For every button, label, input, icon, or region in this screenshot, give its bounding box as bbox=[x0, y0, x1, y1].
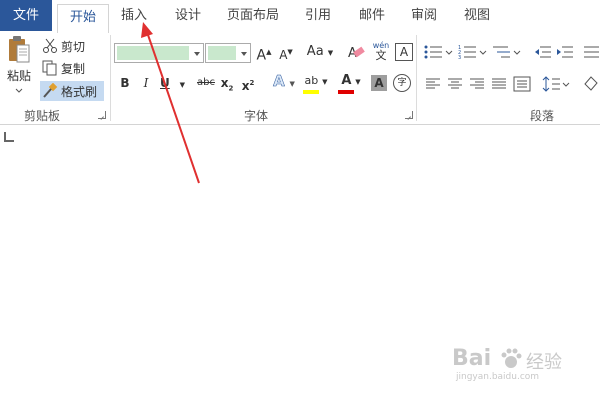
tab-home[interactable]: 开始 bbox=[57, 4, 109, 33]
paw-icon bbox=[501, 348, 522, 368]
watermark-url: jingyan.baidu.com bbox=[456, 372, 540, 382]
annotation-arrow bbox=[141, 22, 200, 184]
watermark-brand: Bai bbox=[452, 346, 492, 371]
watermark: Bai 经验 jingyan.baidu.com bbox=[452, 346, 582, 382]
watermark-brand-2: 经验 bbox=[526, 352, 562, 373]
